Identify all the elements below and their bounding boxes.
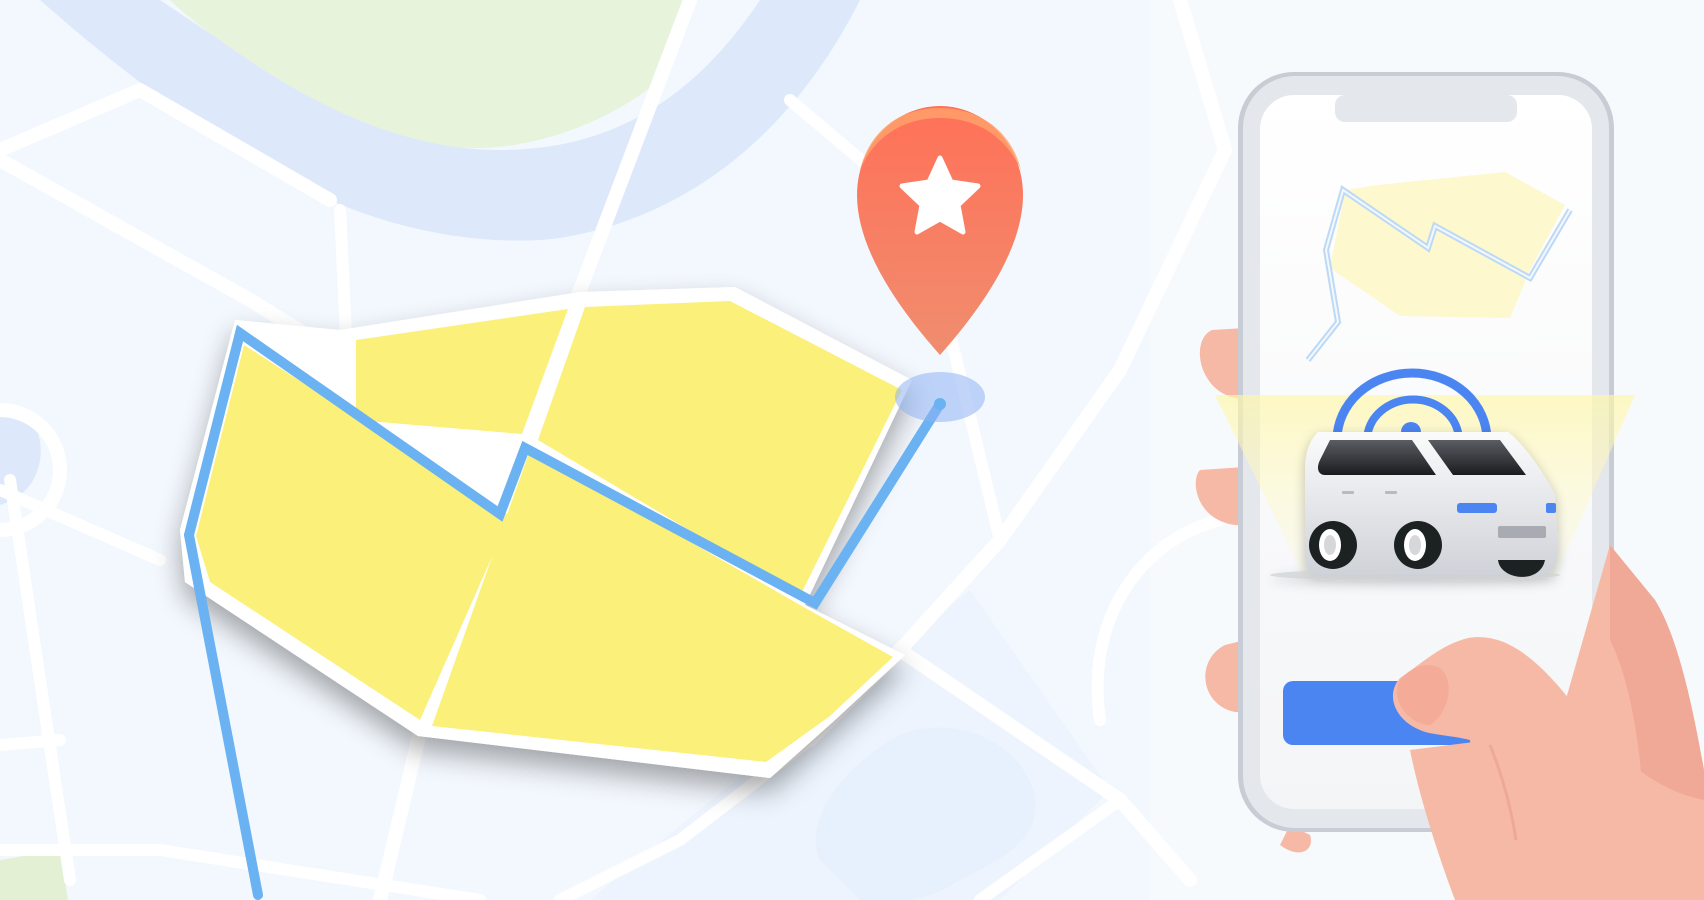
van-side-light [1457, 503, 1497, 513]
van-plate [1498, 526, 1546, 538]
illustration-canvas [0, 0, 1704, 900]
pin-ground-shadow [895, 372, 985, 422]
illustration-svg [0, 0, 1704, 900]
pin-route-endpoint [934, 398, 946, 410]
phone-notch [1335, 95, 1517, 122]
van-icon [1270, 432, 1560, 581]
van-front-light [1546, 503, 1556, 513]
